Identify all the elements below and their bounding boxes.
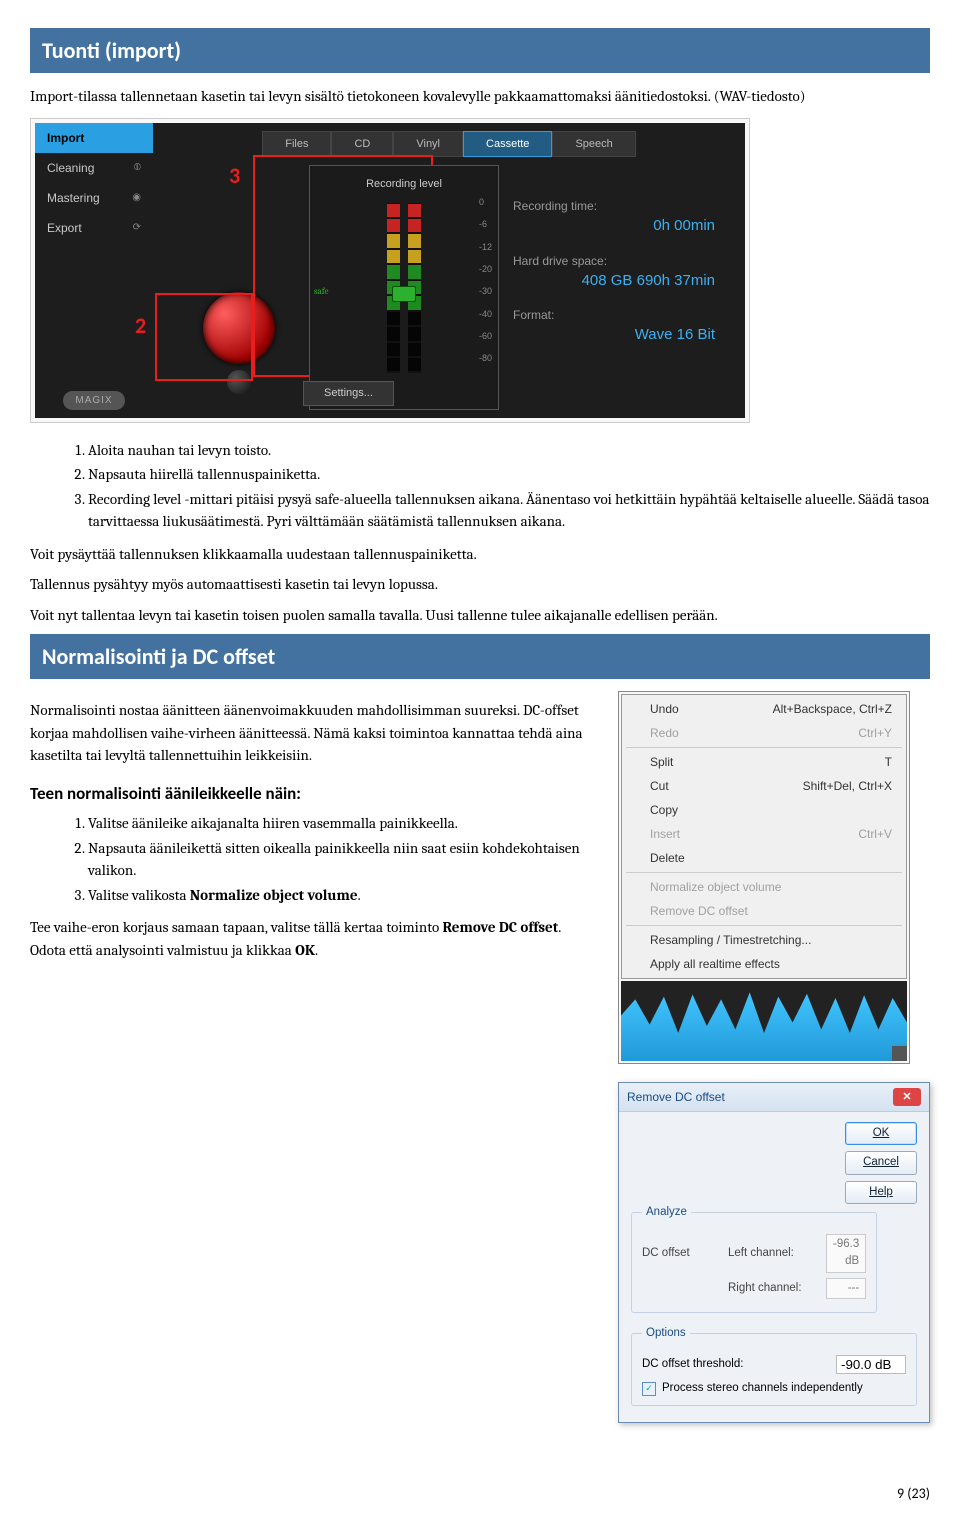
menu-removedc[interactable]: Remove DC offset (622, 899, 906, 923)
close-icon[interactable]: ✕ (893, 1088, 921, 1106)
options-legend: Options (642, 1325, 690, 1342)
scroll-corner (892, 1046, 907, 1061)
rec-time-value: 0h 00min (513, 215, 715, 238)
step-3: Recording level -mittari pitäisi pysyä s… (88, 488, 930, 533)
source-tabs: Files CD Vinyl Cassette Speech (169, 131, 729, 158)
context-menu: UndoAlt+Backspace, Ctrl+Z RedoCtrl+Y Spl… (621, 694, 907, 979)
space-value: 408 GB 690h 37min (513, 270, 715, 293)
space-label: Hard drive space: (513, 252, 715, 270)
chevron-icon: ⦶ (134, 160, 141, 175)
context-menu-screenshot: UndoAlt+Backspace, Ctrl+Z RedoCtrl+Y Spl… (618, 691, 910, 1064)
meter-scale: 0-6-12-20-30-40-60-80 (479, 196, 492, 366)
steps-list-2: Valitse äänileike aikajanalta hiiren vas… (30, 812, 598, 906)
right-channel-label: Right channel: (728, 1280, 816, 1297)
import-app-screenshot: Import Cleaning⦶ Mastering◉ Export⟳ MAGI… (30, 118, 750, 423)
step2-2: Napsauta äänileikettä sitten oikealla pa… (88, 837, 598, 882)
threshold-input[interactable] (836, 1355, 906, 1374)
menu-redo[interactable]: RedoCtrl+Y (622, 721, 906, 745)
steps-list-1: Aloita nauhan tai levyn toisto. Napsauta… (30, 439, 930, 533)
sidebar-item-cleaning[interactable]: Cleaning⦶ (35, 153, 153, 183)
right-channel-value: --- (826, 1278, 866, 1299)
rec-time-label: Recording time: (513, 197, 715, 215)
sidebar-item-import[interactable]: Import (35, 123, 153, 153)
format-value: Wave 16 Bit (513, 324, 715, 347)
tab-cd[interactable]: CD (331, 131, 393, 158)
format-label: Format: (513, 306, 715, 324)
para-otherside: Voit nyt tallentaa levyn tai kasetin toi… (30, 604, 930, 627)
app-sidebar: Import Cleaning⦶ Mastering◉ Export⟳ MAGI… (35, 123, 153, 418)
menu-delete[interactable]: Delete (622, 846, 906, 870)
menu-undo[interactable]: UndoAlt+Backspace, Ctrl+Z (622, 697, 906, 721)
menu-applyfx[interactable]: Apply all realtime effects (622, 952, 906, 976)
menu-copy[interactable]: Copy (622, 798, 906, 822)
annotation-2: 2 (135, 309, 146, 342)
menu-split[interactable]: SplitT (622, 750, 906, 774)
para-autostop: Tallennus pysähtyy myös automaattisesti … (30, 573, 930, 596)
intro-paragraph: Import-tilassa tallennetaan kasetin tai … (30, 85, 930, 108)
recording-info: Recording time: 0h 00min Hard drive spac… (499, 165, 729, 410)
ok-button[interactable]: OK (845, 1122, 917, 1145)
menu-cut[interactable]: CutShift+Del, Ctrl+X (622, 774, 906, 798)
stereo-checkbox-label: Process stereo channels independently (662, 1380, 863, 1397)
section-header-tuonti: Tuonti (import) (30, 28, 930, 73)
stereo-checkbox[interactable]: ✓ (642, 1382, 656, 1396)
cancel-button[interactable]: Cancel (845, 1151, 917, 1174)
threshold-label: DC offset threshold: (642, 1356, 826, 1373)
dialog-title: Remove DC offset (627, 1088, 725, 1106)
tab-speech[interactable]: Speech (552, 131, 635, 158)
para-normalize-intro: Normalisointi nostaa äänitteen äänenvoim… (30, 699, 598, 767)
menu-resample[interactable]: Resampling / Timestretching... (622, 928, 906, 952)
annotation-3: 3 (229, 159, 240, 192)
step-2: Napsauta hiirellä tallennuspainiketta. (88, 463, 930, 486)
timeline-waveform (621, 981, 907, 1061)
analyze-legend: Analyze (642, 1204, 691, 1221)
dc-offset-dialog: Remove DC offset ✕ OK Cancel Help Analyz… (618, 1082, 930, 1423)
step-1: Aloita nauhan tai levyn toisto. (88, 439, 930, 462)
tab-files[interactable]: Files (262, 131, 331, 158)
section-header-normalisointi: Normalisointi ja DC offset (30, 634, 930, 679)
magix-logo: MAGIX (35, 390, 153, 410)
sidebar-item-export[interactable]: Export⟳ (35, 213, 153, 243)
dc-offset-label: DC offset (642, 1245, 718, 1262)
menu-insert[interactable]: InsertCtrl+V (622, 822, 906, 846)
page-number: 9 (23) (30, 1483, 930, 1504)
annotation-box-record (155, 293, 253, 381)
subheader-teen: Teen normalisointi äänileikkeelle näin: (30, 781, 598, 807)
meter-title: Recording level (324, 176, 484, 193)
para-stop: Voit pysäyttää tallennuksen klikkaamalla… (30, 543, 930, 566)
menu-normalize[interactable]: Normalize object volume (622, 875, 906, 899)
chevron-icon: ◉ (132, 190, 141, 205)
left-channel-value: -96.3 dB (826, 1234, 866, 1273)
step2-3: Valitse valikosta Normalize object volum… (88, 884, 598, 907)
help-button[interactable]: Help (845, 1181, 917, 1204)
step2-1: Valitse äänileike aikajanalta hiiren vas… (88, 812, 598, 835)
para-dc-offset: Tee vaihe-eron korjaus samaan tapaan, va… (30, 916, 598, 961)
tab-cassette[interactable]: Cassette (463, 131, 552, 158)
sidebar-item-mastering[interactable]: Mastering◉ (35, 183, 153, 213)
level-meter-block: Recording level (309, 165, 499, 410)
tab-vinyl[interactable]: Vinyl (393, 131, 463, 158)
level-slider-handle[interactable] (392, 286, 416, 302)
left-channel-label: Left channel: (728, 1245, 816, 1262)
safe-label: safe (314, 286, 328, 300)
chevron-icon: ⟳ (133, 220, 141, 235)
settings-button[interactable]: Settings... (303, 381, 394, 406)
